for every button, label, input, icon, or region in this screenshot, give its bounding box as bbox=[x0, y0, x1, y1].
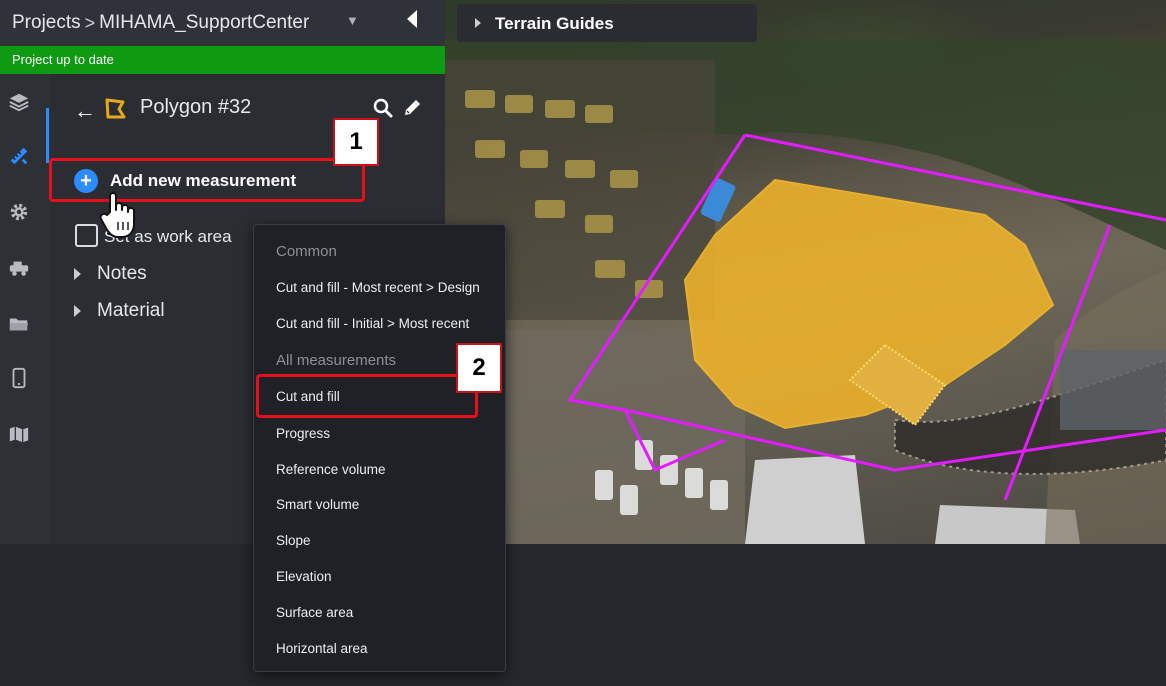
terrain-guides-label: Terrain Guides bbox=[495, 14, 614, 33]
tree-item-label: Material bbox=[97, 300, 165, 321]
menu-item-slope[interactable]: Slope bbox=[276, 533, 311, 548]
breadcrumb-project-name[interactable]: MIHAMA_SupportCenter bbox=[99, 12, 309, 34]
map-scene bbox=[445, 40, 1166, 544]
highlight-box-step-2 bbox=[256, 374, 478, 418]
measurement-type-menu: Common Cut and fill - Most recent > Desi… bbox=[253, 224, 506, 672]
expand-triangle-icon bbox=[475, 18, 481, 28]
folder-icon[interactable] bbox=[7, 312, 31, 336]
status-badge: Project up to date bbox=[0, 46, 445, 74]
breadcrumb-separator: > bbox=[84, 12, 96, 33]
mobile-icon[interactable] bbox=[7, 366, 31, 390]
menu-item-elevation[interactable]: Elevation bbox=[276, 569, 332, 584]
menu-item-reference-volume[interactable]: Reference volume bbox=[276, 462, 386, 477]
gear-icon[interactable] bbox=[7, 200, 31, 224]
collapse-panel-icon[interactable] bbox=[407, 10, 417, 28]
pencil-icon[interactable] bbox=[401, 97, 423, 119]
polygon-icon bbox=[105, 98, 126, 119]
sidebar-rail bbox=[0, 74, 50, 544]
tree-item-material[interactable]: Material bbox=[74, 300, 165, 322]
step-number-1: 1 bbox=[333, 118, 379, 166]
menu-item-progress[interactable]: Progress bbox=[276, 426, 330, 441]
menu-item-surface-area[interactable]: Surface area bbox=[276, 605, 353, 620]
project-breadcrumb-bar: Projects > MIHAMA_SupportCenter ▼ bbox=[0, 0, 445, 46]
menu-item-horizontal-area[interactable]: Horizontal area bbox=[276, 641, 368, 656]
work-area-checkbox[interactable] bbox=[75, 224, 98, 247]
breadcrumb-projects[interactable]: Projects bbox=[12, 12, 81, 34]
terrain-guides-toggle[interactable]: Terrain Guides bbox=[457, 4, 757, 42]
zoom-to-icon[interactable] bbox=[373, 98, 393, 118]
expand-triangle-icon bbox=[74, 268, 81, 280]
map-view[interactable] bbox=[445, 0, 1166, 544]
ruler-pencil-icon[interactable] bbox=[7, 144, 31, 168]
back-arrow-icon[interactable]: ← bbox=[74, 98, 96, 124]
layers-icon[interactable] bbox=[7, 90, 31, 114]
chevron-down-icon[interactable]: ▼ bbox=[346, 13, 359, 28]
menu-item-smart-volume[interactable]: Smart volume bbox=[276, 497, 359, 512]
tree-item-notes[interactable]: Notes bbox=[74, 263, 147, 285]
menu-section-all: All measurements bbox=[276, 352, 397, 369]
tree-item-label: Notes bbox=[97, 263, 147, 284]
map-icon[interactable] bbox=[7, 422, 31, 446]
menu-item-cut-fill-recent-design[interactable]: Cut and fill - Most recent > Design bbox=[276, 280, 480, 295]
menu-section-common: Common bbox=[276, 243, 337, 260]
menu-item-cut-fill-initial-recent[interactable]: Cut and fill - Initial > Most recent bbox=[276, 316, 469, 331]
page-title: Polygon #32 bbox=[140, 96, 252, 118]
active-tool-indicator bbox=[46, 108, 49, 163]
step-number-2: 2 bbox=[456, 343, 502, 393]
app-window: Terrain Guides Projects > MIHAMA_Support… bbox=[0, 0, 1166, 686]
pointer-hand-icon bbox=[99, 192, 135, 238]
vehicle-icon[interactable] bbox=[7, 256, 31, 280]
expand-triangle-icon bbox=[74, 305, 81, 317]
